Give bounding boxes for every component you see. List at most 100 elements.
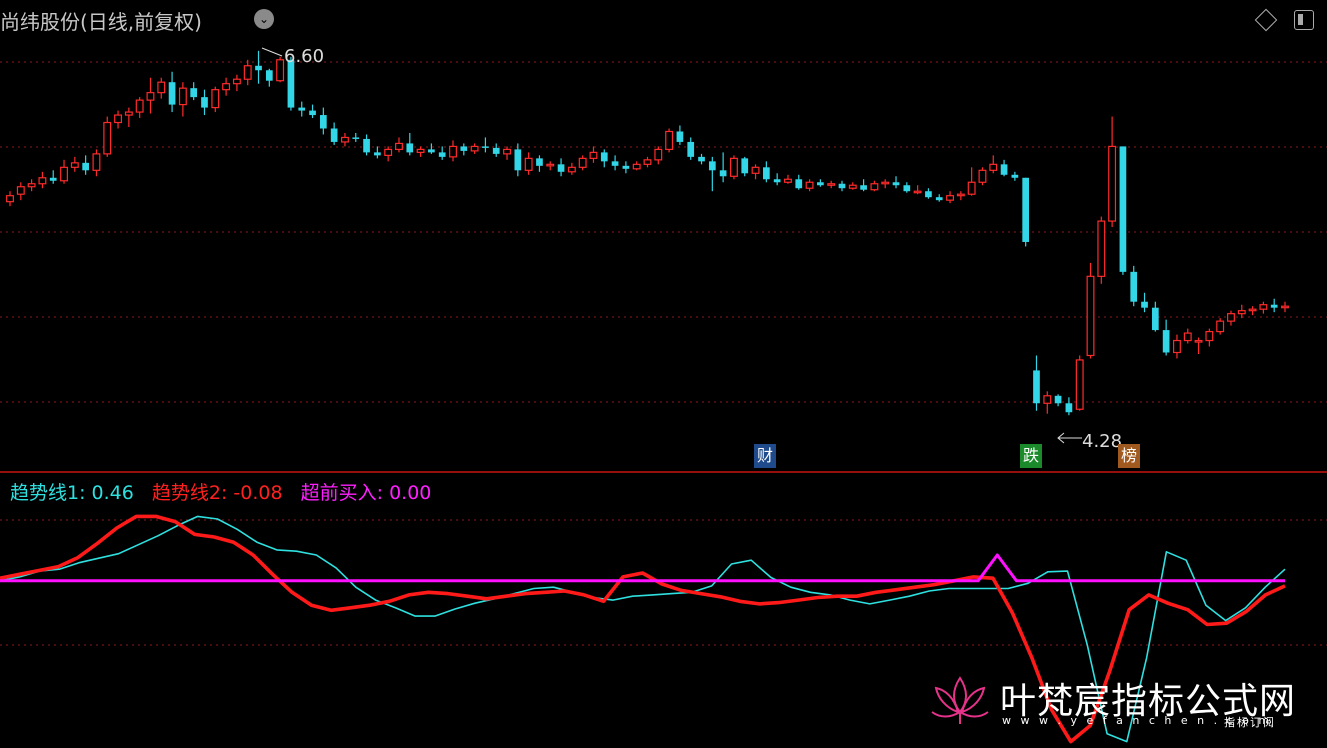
candle[interactable]	[1141, 292, 1148, 313]
candle[interactable]	[795, 174, 803, 190]
candle[interactable]	[1086, 262, 1095, 359]
candle[interactable]	[201, 89, 208, 116]
candle[interactable]	[330, 122, 338, 145]
candle[interactable]	[848, 182, 857, 190]
candle[interactable]	[935, 194, 943, 202]
candle[interactable]	[751, 164, 760, 180]
candle[interactable]	[719, 152, 727, 183]
candle[interactable]	[1065, 397, 1073, 416]
candle[interactable]	[589, 146, 598, 163]
candle[interactable]	[741, 156, 749, 177]
candle[interactable]	[925, 188, 932, 199]
candle[interactable]	[1259, 301, 1268, 314]
candle[interactable]	[168, 71, 176, 113]
candle[interactable]	[1237, 304, 1246, 319]
candle[interactable]	[676, 125, 684, 145]
window-toggle-icon[interactable]	[1294, 10, 1314, 30]
candle[interactable]	[406, 132, 414, 156]
candle[interactable]	[978, 167, 987, 186]
candle[interactable]	[817, 179, 824, 187]
candle[interactable]	[49, 170, 57, 184]
candle[interactable]	[503, 146, 511, 160]
candle[interactable]	[114, 110, 123, 129]
candle[interactable]	[1183, 328, 1192, 344]
candle[interactable]	[643, 156, 652, 168]
candle[interactable]	[211, 86, 220, 113]
candle[interactable]	[298, 101, 306, 117]
candle[interactable]	[276, 56, 285, 83]
candle[interactable]	[763, 161, 770, 183]
candle[interactable]	[255, 50, 262, 84]
candle[interactable]	[805, 179, 814, 192]
candle[interactable]	[1022, 177, 1030, 247]
candle[interactable]	[622, 161, 630, 174]
candle[interactable]	[492, 143, 500, 157]
candle[interactable]	[1151, 301, 1159, 332]
candle[interactable]	[157, 77, 166, 99]
badge-bang[interactable]: 榜	[1118, 444, 1141, 468]
candle[interactable]	[1205, 328, 1214, 347]
candle[interactable]	[773, 173, 781, 186]
candle[interactable]	[578, 155, 587, 171]
candle[interactable]	[1281, 301, 1289, 313]
candle[interactable]	[482, 137, 489, 153]
candle[interactable]	[265, 68, 273, 87]
chevron-down-icon[interactable]: ⌄	[254, 9, 274, 29]
candle[interactable]	[1270, 298, 1278, 313]
candle[interactable]	[827, 180, 836, 189]
candle[interactable]	[946, 191, 954, 204]
candle[interactable]	[222, 77, 231, 96]
candle[interactable]	[1043, 391, 1052, 414]
candle[interactable]	[989, 155, 998, 174]
candle[interactable]	[16, 182, 25, 201]
candle[interactable]	[470, 143, 479, 154]
candle[interactable]	[124, 107, 133, 127]
candle[interactable]	[665, 128, 674, 153]
candle[interactable]	[1033, 355, 1040, 411]
candle[interactable]	[70, 156, 79, 172]
candle[interactable]	[903, 182, 911, 193]
candle[interactable]	[146, 77, 155, 114]
candle[interactable]	[1075, 355, 1084, 411]
candle[interactable]	[708, 156, 716, 192]
candle[interactable]	[1119, 146, 1127, 275]
candle[interactable]	[416, 146, 425, 157]
candle[interactable]	[60, 159, 68, 184]
candle[interactable]	[178, 82, 187, 117]
candle[interactable]	[557, 158, 565, 177]
candle[interactable]	[1108, 116, 1117, 228]
candle[interactable]	[309, 104, 316, 119]
candle[interactable]	[729, 155, 738, 180]
candle[interactable]	[243, 59, 252, 86]
candle[interactable]	[82, 155, 89, 175]
candle[interactable]	[567, 162, 576, 175]
price-candles[interactable]	[6, 50, 1289, 416]
candle[interactable]	[967, 167, 976, 196]
candle[interactable]	[956, 191, 965, 201]
candle[interactable]	[860, 179, 867, 192]
candle[interactable]	[374, 146, 381, 159]
badge-cai[interactable]: 财	[754, 444, 777, 468]
candle[interactable]	[319, 107, 327, 135]
candle[interactable]	[892, 176, 900, 189]
candle[interactable]	[1000, 159, 1008, 177]
candle[interactable]	[536, 155, 543, 172]
candle[interactable]	[363, 134, 370, 156]
candle[interactable]	[341, 132, 349, 147]
candle[interactable]	[190, 82, 198, 101]
candle[interactable]	[6, 191, 14, 207]
candle[interactable]	[1011, 171, 1019, 181]
candle[interactable]	[881, 179, 890, 189]
candle[interactable]	[1130, 265, 1138, 307]
candle[interactable]	[38, 171, 47, 189]
candle[interactable]	[1162, 319, 1170, 356]
candle[interactable]	[611, 155, 619, 171]
candle[interactable]	[438, 146, 446, 160]
candle[interactable]	[1248, 306, 1257, 316]
candle[interactable]	[135, 97, 144, 119]
candle[interactable]	[1194, 337, 1203, 354]
candle[interactable]	[1054, 394, 1062, 407]
candle[interactable]	[632, 161, 641, 171]
candle[interactable]	[1097, 216, 1106, 284]
candle[interactable]	[600, 149, 608, 168]
